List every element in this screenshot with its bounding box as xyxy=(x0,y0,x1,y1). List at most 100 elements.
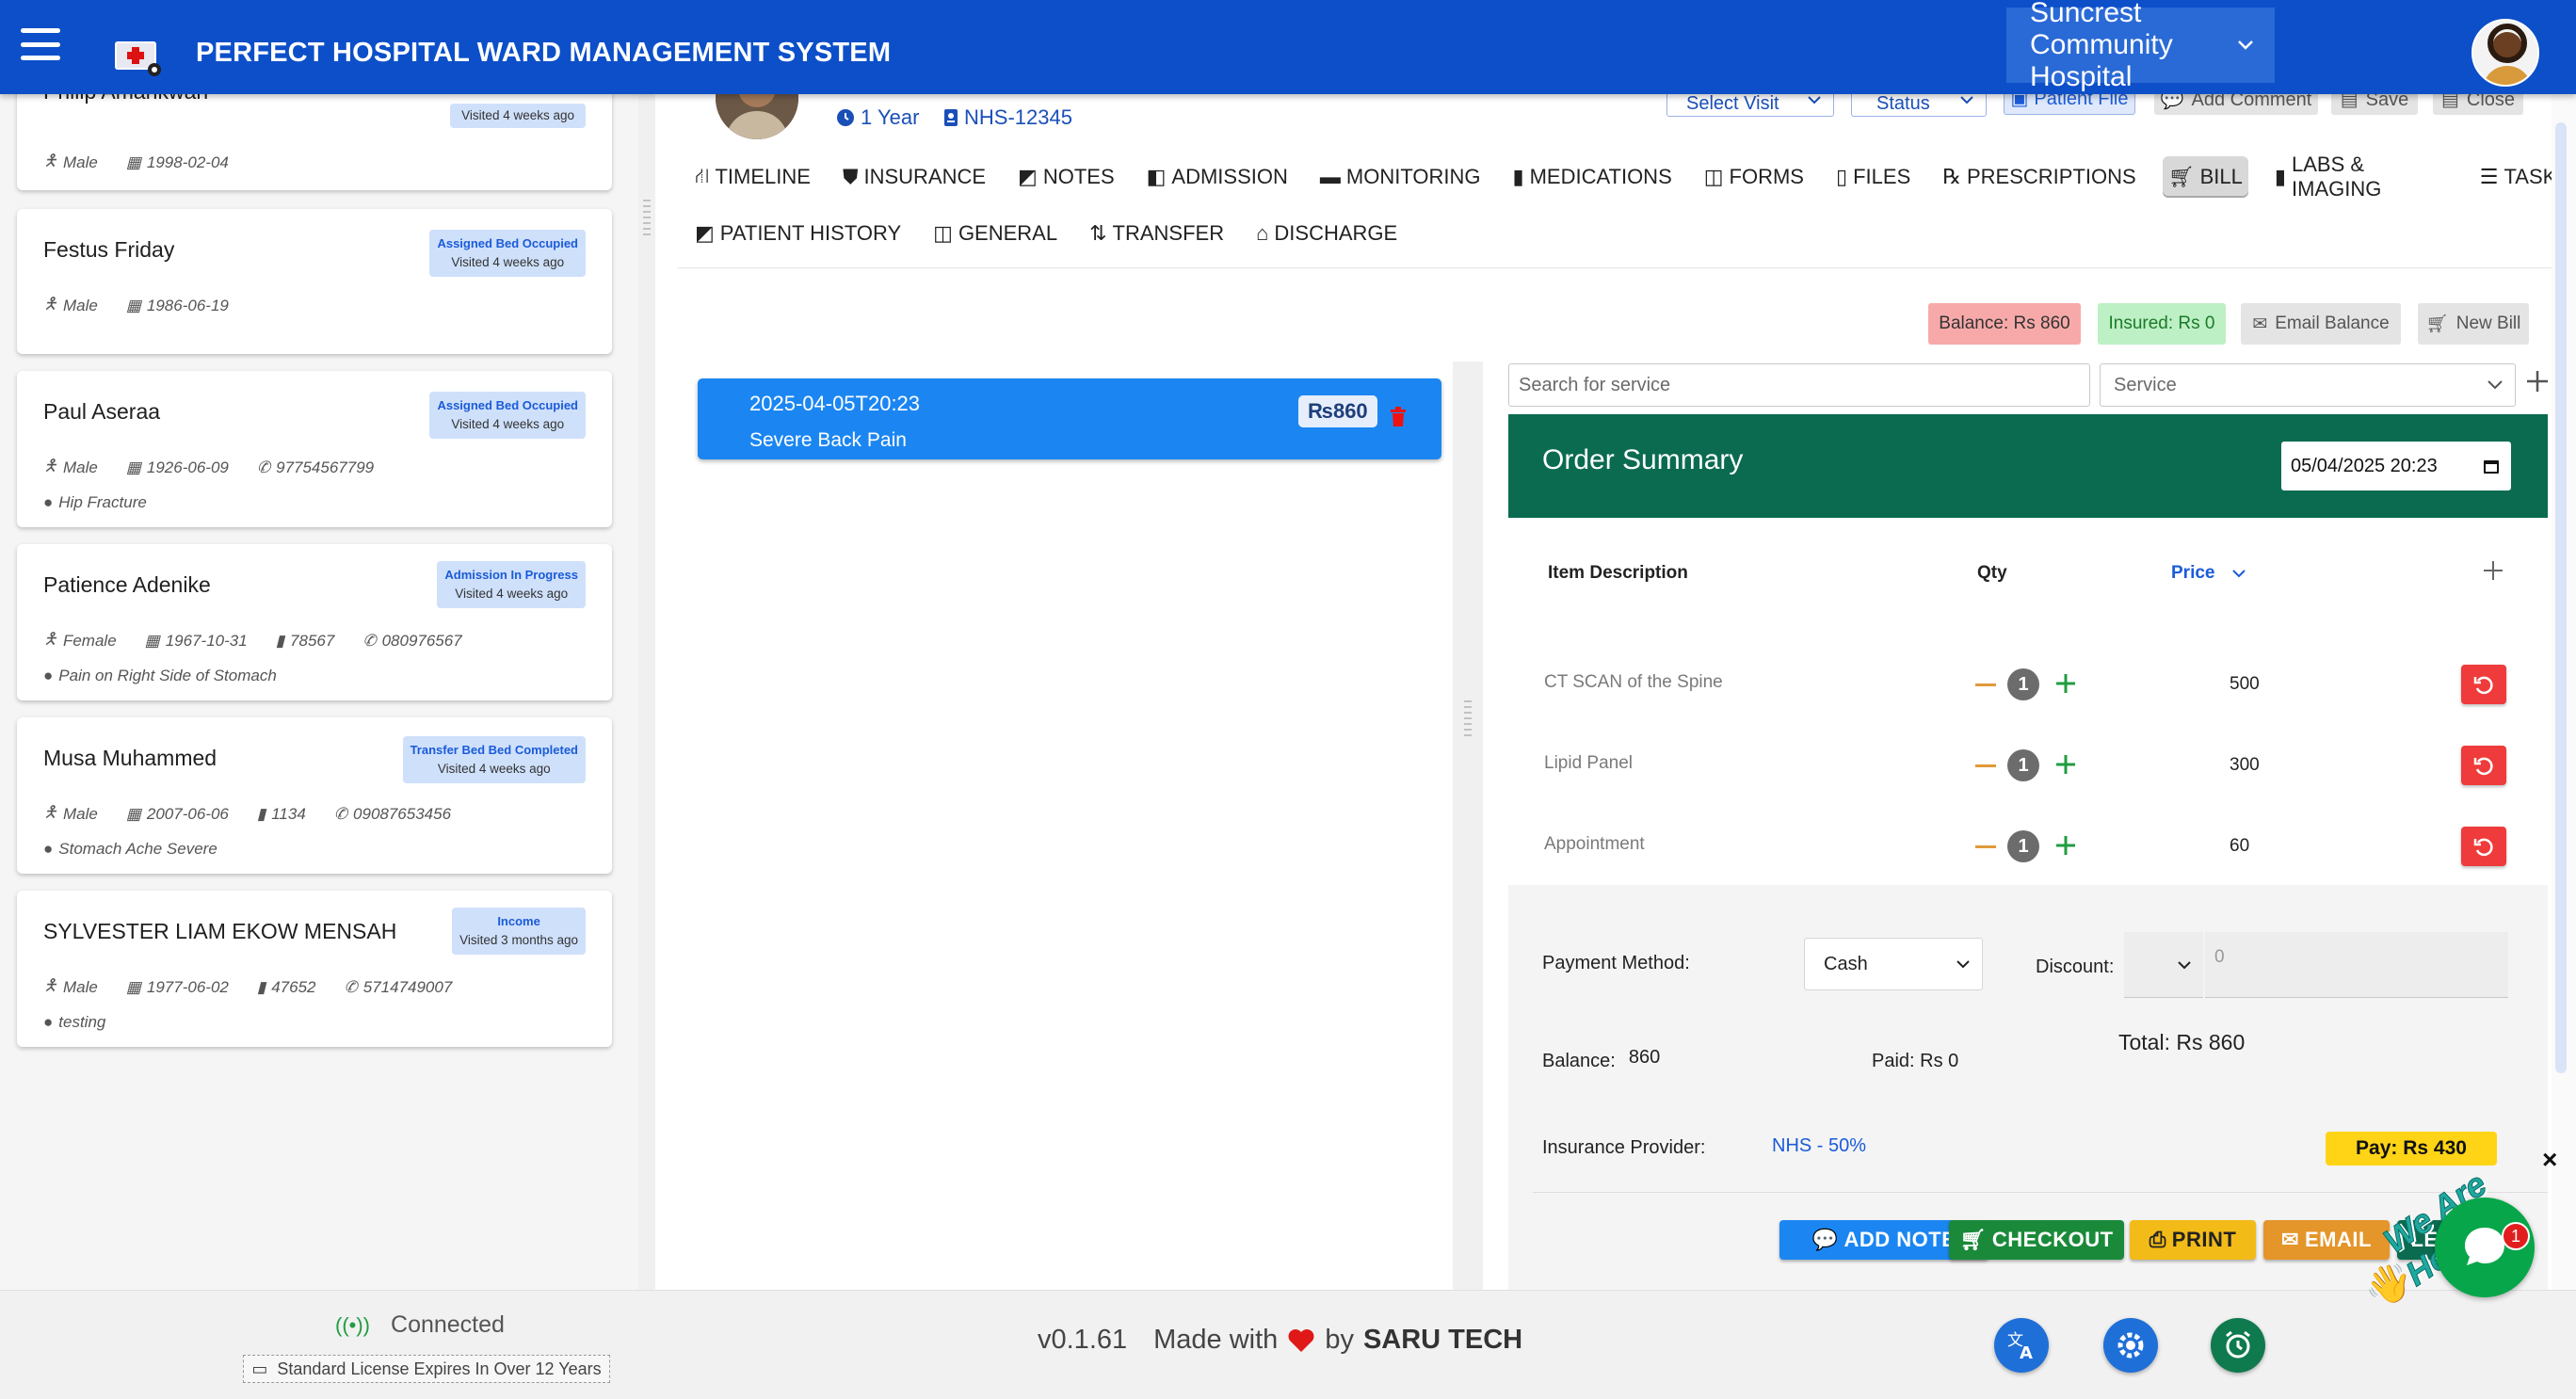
email-button[interactable]: ✉ EMAIL xyxy=(2263,1220,2390,1260)
reset-item-button[interactable] xyxy=(2461,746,2506,785)
tab-labs-imaging[interactable]: ▮ LABS & IMAGING xyxy=(2269,153,2454,201)
new-bill-button[interactable]: 🛒︎ New Bill xyxy=(2418,303,2529,345)
patient-id: ▮ 1134 xyxy=(257,805,306,824)
tab-timeline[interactable]: ⛙ TIMELINE xyxy=(689,156,816,198)
settings-button[interactable] xyxy=(2103,1318,2158,1373)
gender-text: Male xyxy=(62,977,98,996)
tab-prescriptions[interactable]: ℞ PRESCRIPTIONS xyxy=(1937,156,2141,198)
checkout-button[interactable]: 🛒︎ CHECKOUT xyxy=(1949,1220,2124,1260)
calendar-icon: ▦ xyxy=(125,296,141,314)
tab-label: DISCHARGE xyxy=(1274,221,1398,245)
patient-name: Musa Muhammed xyxy=(43,746,217,770)
patient-meta: 🯅 Male ▦ 1977-06-02 ▮ 47652 ✆ 5714749007 xyxy=(43,973,452,1001)
minus-icon[interactable] xyxy=(1975,764,1996,767)
email-balance-button[interactable]: ✉ Email Balance xyxy=(2241,303,2401,345)
service-search-input[interactable]: Search for service xyxy=(1508,363,2090,407)
insurance-provider-value[interactable]: NHS - 50% xyxy=(1772,1135,1866,1157)
patient-card[interactable]: Patience Adenike Admission In Progress Vi… xyxy=(17,544,612,700)
tab-bill[interactable]: 🛒︎ BILL xyxy=(2162,156,2248,198)
visit-amount: ₨860 xyxy=(1298,395,1377,427)
person-icon: 🯅 xyxy=(43,630,57,648)
tab-label: TRANSFER xyxy=(1112,221,1225,245)
patient-card[interactable]: Festus Friday Assigned Bed Occupied Visit… xyxy=(17,209,612,354)
alarm-button[interactable] xyxy=(2211,1318,2265,1373)
print-button[interactable]: ⎙ PRINT xyxy=(2130,1220,2256,1260)
chevron-down-icon xyxy=(2237,40,2254,51)
phone-text: 09087653456 xyxy=(353,804,452,823)
tab-insurance[interactable]: ⛊ INSURANCE xyxy=(837,156,991,198)
reset-item-button[interactable] xyxy=(2461,665,2506,704)
undo-icon xyxy=(2472,835,2495,858)
general-icon: ◫ xyxy=(933,221,953,245)
item-qty: 1 xyxy=(2007,668,2039,700)
hospital-selector[interactable]: Suncrest Community Hospital xyxy=(2006,0,2275,92)
order-date-input[interactable]: 05/04/2025 20:23 xyxy=(2280,441,2512,491)
dob-text: 1926-06-09 xyxy=(146,458,229,476)
tab-transfer[interactable]: ⇅ TRANSFER xyxy=(1084,213,1230,254)
tab-monitoring[interactable]: ▬ MONITORING xyxy=(1314,156,1487,198)
status-badge: Assigned Bed Occupied Visited 4 weeks ago xyxy=(429,392,586,439)
scrollbar-thumb[interactable] xyxy=(2555,122,2567,1073)
header-qty: Qty xyxy=(1977,563,2007,583)
status-label: Status xyxy=(1876,92,1930,114)
email-balance-label: Email Balance xyxy=(2275,314,2390,333)
tasks-icon: ☰ xyxy=(2479,165,2499,188)
top-bar: PERFECT HOSPITAL WARD MANAGEMENT SYSTEM … xyxy=(0,0,2576,94)
diagnosis-icon: ● xyxy=(43,667,54,684)
user-avatar[interactable] xyxy=(2471,19,2539,87)
pay-amount-badge[interactable]: Pay: Rs 430 xyxy=(2326,1132,2497,1166)
add-item-plus-icon[interactable] xyxy=(2482,559,2504,582)
tab-forms[interactable]: ◫ FORMS xyxy=(1699,156,1810,198)
menu-icon[interactable] xyxy=(21,28,60,60)
minus-icon[interactable] xyxy=(1975,845,1996,848)
license-card-icon: ▭ xyxy=(251,1359,268,1378)
plus-icon[interactable] xyxy=(2054,672,2077,695)
plus-icon[interactable] xyxy=(2054,834,2077,857)
trash-icon[interactable] xyxy=(1390,407,1407,427)
chevron-down-icon xyxy=(1959,95,1974,105)
translate-button[interactable]: 文A xyxy=(1994,1318,2049,1373)
patient-card[interactable]: Philip Amankwah Visited 4 weeks ago 🯅 Mal… xyxy=(17,94,612,190)
checkout-label: CHECKOUT xyxy=(1991,1228,2114,1251)
reset-item-button[interactable] xyxy=(2461,827,2506,866)
badge-visit: Visited 4 weeks ago xyxy=(437,762,551,776)
item-price: 60 xyxy=(2230,836,2250,856)
tab-label: NOTES xyxy=(1042,165,1115,188)
paid-amount: Paid: Rs 0 xyxy=(1872,1051,1959,1071)
header-price[interactable]: Price xyxy=(2171,563,2246,584)
id-text: 47652 xyxy=(271,977,316,996)
tab-admission[interactable]: ◧ ADMISSION xyxy=(1141,156,1294,198)
main-scrollbar[interactable] xyxy=(2552,94,2576,1290)
person-icon: 🯅 xyxy=(43,457,57,474)
phone: ✆ 97754567799 xyxy=(257,458,374,477)
patient-card[interactable]: Paul Aseraa Assigned Bed Occupied Visited… xyxy=(17,371,612,527)
comment-icon: 💬 xyxy=(1811,1228,1839,1251)
visit-card[interactable]: 2025-04-05T20:23 Severe Back Pain ₨860 xyxy=(698,378,1441,459)
payment-method-select[interactable]: Cash xyxy=(1804,938,1983,990)
undo-icon xyxy=(2472,754,2495,777)
item-qty: 1 xyxy=(2007,749,2039,781)
envelope-icon: ✉ xyxy=(2281,1228,2299,1251)
tab-notes[interactable]: ◩ NOTES xyxy=(1012,156,1120,198)
age-text: 1 Year xyxy=(861,105,920,129)
column-splitter[interactable] xyxy=(1453,362,1483,1290)
tab-patient-history[interactable]: ◩ PATIENT HISTORY xyxy=(689,213,907,254)
panel-splitter[interactable] xyxy=(638,94,655,1290)
minus-icon[interactable] xyxy=(1975,683,1996,686)
patient-card[interactable]: SYLVESTER LIAM EKOW MENSAH Income Visited… xyxy=(17,891,612,1047)
tab-files[interactable]: ▯ FILES xyxy=(1830,156,1916,198)
payment-method-value: Cash xyxy=(1824,953,1868,974)
plus-icon[interactable] xyxy=(2054,753,2077,776)
discount-type-select[interactable] xyxy=(2124,932,2203,998)
patient-card[interactable]: Musa Muhammed Transfer Bed Bed Completed… xyxy=(17,717,612,874)
service-dropdown[interactable]: Service xyxy=(2100,363,2516,407)
chevron-down-icon xyxy=(2487,379,2504,391)
tab-general[interactable]: ◫ GENERAL xyxy=(927,213,1063,254)
calendar-icon[interactable] xyxy=(2483,458,2500,474)
tab-medications[interactable]: ▮ MEDICATIONS xyxy=(1506,156,1677,198)
phone-text: 080976567 xyxy=(381,631,462,650)
tab-discharge[interactable]: ⌂ DISCHARGE xyxy=(1250,213,1403,254)
discount-input[interactable]: 0 xyxy=(2205,932,2508,998)
add-service-plus-icon[interactable] xyxy=(2525,369,2550,394)
chat-close-icon[interactable]: × xyxy=(2542,1145,2557,1175)
